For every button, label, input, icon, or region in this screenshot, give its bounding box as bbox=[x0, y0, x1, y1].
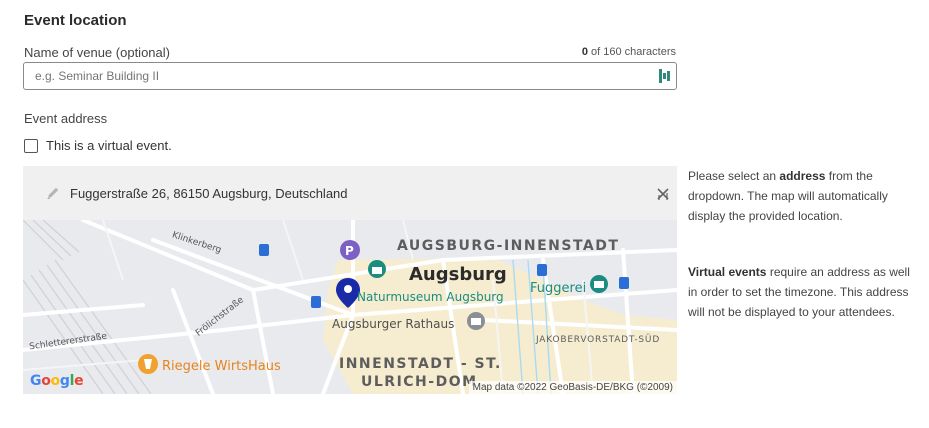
info-address-hint: Please select an address from the dropdo… bbox=[688, 166, 920, 226]
venue-input-wrapper bbox=[23, 62, 677, 90]
password-manager-icon[interactable] bbox=[659, 69, 671, 83]
google-logo[interactable]: Google bbox=[30, 373, 84, 389]
clear-address-icon[interactable] bbox=[655, 186, 671, 202]
selected-address[interactable]: Fuggerstraße 26, 86150 Augsburg, Deutsch… bbox=[70, 186, 348, 201]
address-panel: Fuggerstraße 26, 86150 Augsburg, Deutsch… bbox=[23, 166, 677, 220]
info-p1-bold: address bbox=[779, 169, 826, 183]
map-label-innenstadt-st-1: INNENSTADT - ST. bbox=[339, 356, 502, 372]
map-label-rathaus: Augsburger Rathaus bbox=[332, 317, 455, 331]
address-label: Event address bbox=[24, 111, 108, 126]
svg-text:P: P bbox=[345, 244, 354, 258]
section-title: Event location bbox=[24, 12, 127, 29]
map-label-jakober: JAKOBERVORSTADT-SÜD bbox=[536, 335, 661, 345]
pencil-icon bbox=[47, 187, 59, 199]
info-p2-bold: Virtual events bbox=[688, 265, 767, 279]
info-p1-before: Please select an bbox=[688, 169, 780, 183]
virtual-event-row: This is a virtual event. bbox=[24, 138, 172, 153]
char-count-suffix: of 160 characters bbox=[587, 46, 676, 58]
map-label-city: Augsburg bbox=[409, 264, 507, 285]
map-label-innenstadt: AUGSBURG-INNENSTADT bbox=[397, 238, 620, 254]
venue-label: Name of venue (optional) bbox=[24, 45, 170, 60]
map-attribution[interactable]: Map data ©2022 GeoBasis-DE/BKG (©2009) bbox=[468, 381, 677, 394]
map-label-innenstadt-st-2: ULRICH-DOM bbox=[361, 374, 478, 390]
venue-input[interactable] bbox=[24, 63, 676, 89]
location-map[interactable]: P AUGSBURG-INNENSTADT Augsburg Naturmuse… bbox=[23, 220, 677, 394]
virtual-event-checkbox[interactable] bbox=[24, 138, 38, 153]
char-count: 0 of 160 characters bbox=[582, 46, 676, 58]
virtual-event-label[interactable]: This is a virtual event. bbox=[46, 138, 172, 153]
info-virtual-hint: Virtual events require an address as wel… bbox=[688, 262, 920, 322]
map-label-riegele: Riegele WirtsHaus bbox=[162, 359, 281, 374]
map-label-fuggerei: Fuggerei bbox=[530, 281, 587, 296]
map-label-naturmuseum: Naturmuseum Augsburg bbox=[357, 290, 504, 304]
